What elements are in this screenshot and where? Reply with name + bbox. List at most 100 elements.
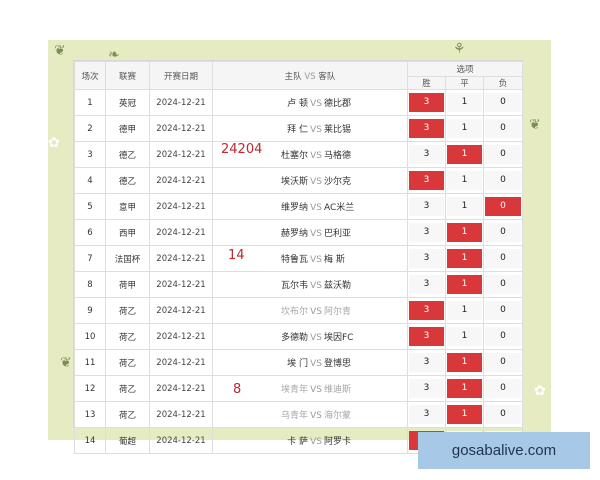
- header-draw: 平: [445, 76, 484, 90]
- away-team: 德比郡: [324, 99, 352, 109]
- table-row: 6 西甲 2024-12-21 赫罗纳 VS 巴利亚 3 1 0: [74, 219, 524, 246]
- round-number: 3: [74, 141, 106, 168]
- home-team: 赫罗纳: [280, 229, 308, 239]
- option-win[interactable]: 3: [409, 301, 444, 320]
- match-table: 场次 联赛 开赛日期 主队 VS 客队 选项 胜 平 负 1 英冠 2024-12-…: [74, 61, 524, 454]
- flower-icon: ✿: [48, 135, 60, 151]
- round-number: 6: [74, 219, 106, 246]
- round-number: 2: [74, 115, 106, 142]
- option-draw[interactable]: 1: [447, 379, 482, 398]
- option-loss[interactable]: 0: [485, 379, 522, 398]
- option-loss[interactable]: 0: [485, 197, 522, 216]
- table-row: 1 英冠 2024-12-21 卢 顿 VS 德比郡 3 1 0: [74, 89, 524, 116]
- round-number: 14: [74, 427, 106, 454]
- option-loss[interactable]: 0: [485, 223, 522, 242]
- option-win[interactable]: 3: [409, 249, 444, 268]
- league-name: 意甲: [105, 193, 150, 220]
- league-name: 德乙: [105, 141, 150, 168]
- option-win[interactable]: 3: [409, 327, 444, 346]
- away-team: 维迪斯: [324, 385, 352, 395]
- flower-icon: ✿: [534, 383, 546, 399]
- option-loss[interactable]: 0: [485, 301, 522, 320]
- vs-label: VS: [310, 333, 322, 343]
- leaf-icon: ❦: [54, 43, 66, 59]
- option-loss[interactable]: 0: [485, 145, 522, 164]
- option-win[interactable]: 3: [409, 171, 444, 190]
- round-number: 13: [74, 401, 106, 428]
- option-draw[interactable]: 1: [447, 353, 482, 372]
- home-team: 多德勒: [280, 333, 308, 343]
- option-win[interactable]: 3: [409, 379, 444, 398]
- table-row: 2 德甲 2024-12-21 拜 仁 VS 莱比锡 3 1 0: [74, 115, 524, 142]
- match-date: 2024-12-21: [149, 89, 213, 116]
- match-date: 2024-12-21: [149, 271, 213, 298]
- matchup: 坎布尔 VS 阿尔青: [212, 297, 408, 324]
- option-win[interactable]: 3: [409, 197, 444, 216]
- option-loss[interactable]: 0: [485, 275, 522, 294]
- round-number: 7: [74, 245, 106, 272]
- vs-label: VS: [310, 411, 322, 421]
- option-draw[interactable]: 1: [447, 145, 482, 164]
- option-win[interactable]: 3: [409, 405, 444, 424]
- away-team: 登博思: [324, 359, 352, 369]
- watermark-banner: gosabalive.com: [418, 432, 590, 469]
- leaf-icon: ❦: [60, 355, 72, 371]
- away-team: 莱比锡: [324, 125, 352, 135]
- vs-label: VS: [310, 437, 322, 447]
- option-loss[interactable]: 0: [485, 353, 522, 372]
- header-win: 胜: [407, 76, 446, 90]
- table-row: 11 荷乙 2024-12-21 埃 门 VS 登博思 3 1 0: [74, 349, 524, 376]
- away-team: 梅 斯: [324, 255, 345, 265]
- option-win[interactable]: 3: [409, 119, 444, 138]
- option-win[interactable]: 3: [409, 93, 444, 112]
- table-row: 4 德乙 2024-12-21 埃沃斯 VS 沙尔克 3 1 0: [74, 167, 524, 194]
- option-loss[interactable]: 0: [485, 405, 522, 424]
- matchup: 瓦尔韦 VS 兹沃勒: [212, 271, 408, 298]
- option-loss[interactable]: 0: [485, 93, 522, 112]
- option-win[interactable]: 3: [409, 275, 444, 294]
- option-draw[interactable]: 1: [447, 223, 482, 242]
- matchup: 拜 仁 VS 莱比锡: [212, 115, 408, 142]
- option-loss[interactable]: 0: [485, 171, 522, 190]
- header-loss: 负: [482, 76, 524, 90]
- round-number: 1: [74, 89, 106, 116]
- option-win[interactable]: 3: [409, 145, 444, 164]
- option-draw[interactable]: 1: [447, 301, 482, 320]
- option-draw[interactable]: 1: [447, 119, 482, 138]
- match-date: 2024-12-21: [149, 401, 213, 428]
- away-team: 沙尔克: [324, 177, 352, 187]
- option-draw[interactable]: 1: [447, 275, 482, 294]
- option-win[interactable]: 3: [409, 223, 444, 242]
- option-loss[interactable]: 0: [485, 119, 522, 138]
- option-win[interactable]: 3: [409, 353, 444, 372]
- option-draw[interactable]: 1: [447, 93, 482, 112]
- away-team: 兹沃勒: [324, 281, 352, 291]
- home-team: 乌青年: [280, 411, 308, 421]
- round-number: 9: [74, 297, 106, 324]
- table-row: 3 德乙 2024-12-21 杜塞尔 VS 马格德 3 1 0: [74, 141, 524, 168]
- annotation-number: 8: [233, 382, 242, 397]
- vs-label: VS: [310, 255, 322, 265]
- match-date: 2024-12-21: [149, 323, 213, 350]
- option-draw[interactable]: 1: [447, 171, 482, 190]
- home-team: 特鲁瓦: [280, 255, 308, 265]
- matchup: 多德勒 VS 埃因FC: [212, 323, 408, 350]
- home-team: 瓦尔韦: [280, 281, 308, 291]
- option-loss[interactable]: 0: [485, 249, 522, 268]
- annotation-number: 14: [228, 248, 245, 263]
- option-draw[interactable]: 1: [447, 197, 482, 216]
- table-row: 5 意甲 2024-12-21 维罗纳 VS AC米兰 3 1 0: [74, 193, 524, 220]
- vs-label: VS: [310, 229, 322, 239]
- match-date: 2024-12-21: [149, 375, 213, 402]
- league-name: 荷乙: [105, 323, 150, 350]
- option-draw[interactable]: 1: [447, 327, 482, 346]
- option-loss[interactable]: 0: [485, 327, 522, 346]
- match-date: 2024-12-21: [149, 167, 213, 194]
- home-team: 坎布尔: [280, 307, 308, 317]
- vs-label: VS: [310, 125, 322, 135]
- option-draw[interactable]: 1: [447, 405, 482, 424]
- round-number: 5: [74, 193, 106, 220]
- round-number: 12: [74, 375, 106, 402]
- option-draw[interactable]: 1: [447, 249, 482, 268]
- match-date: 2024-12-21: [149, 193, 213, 220]
